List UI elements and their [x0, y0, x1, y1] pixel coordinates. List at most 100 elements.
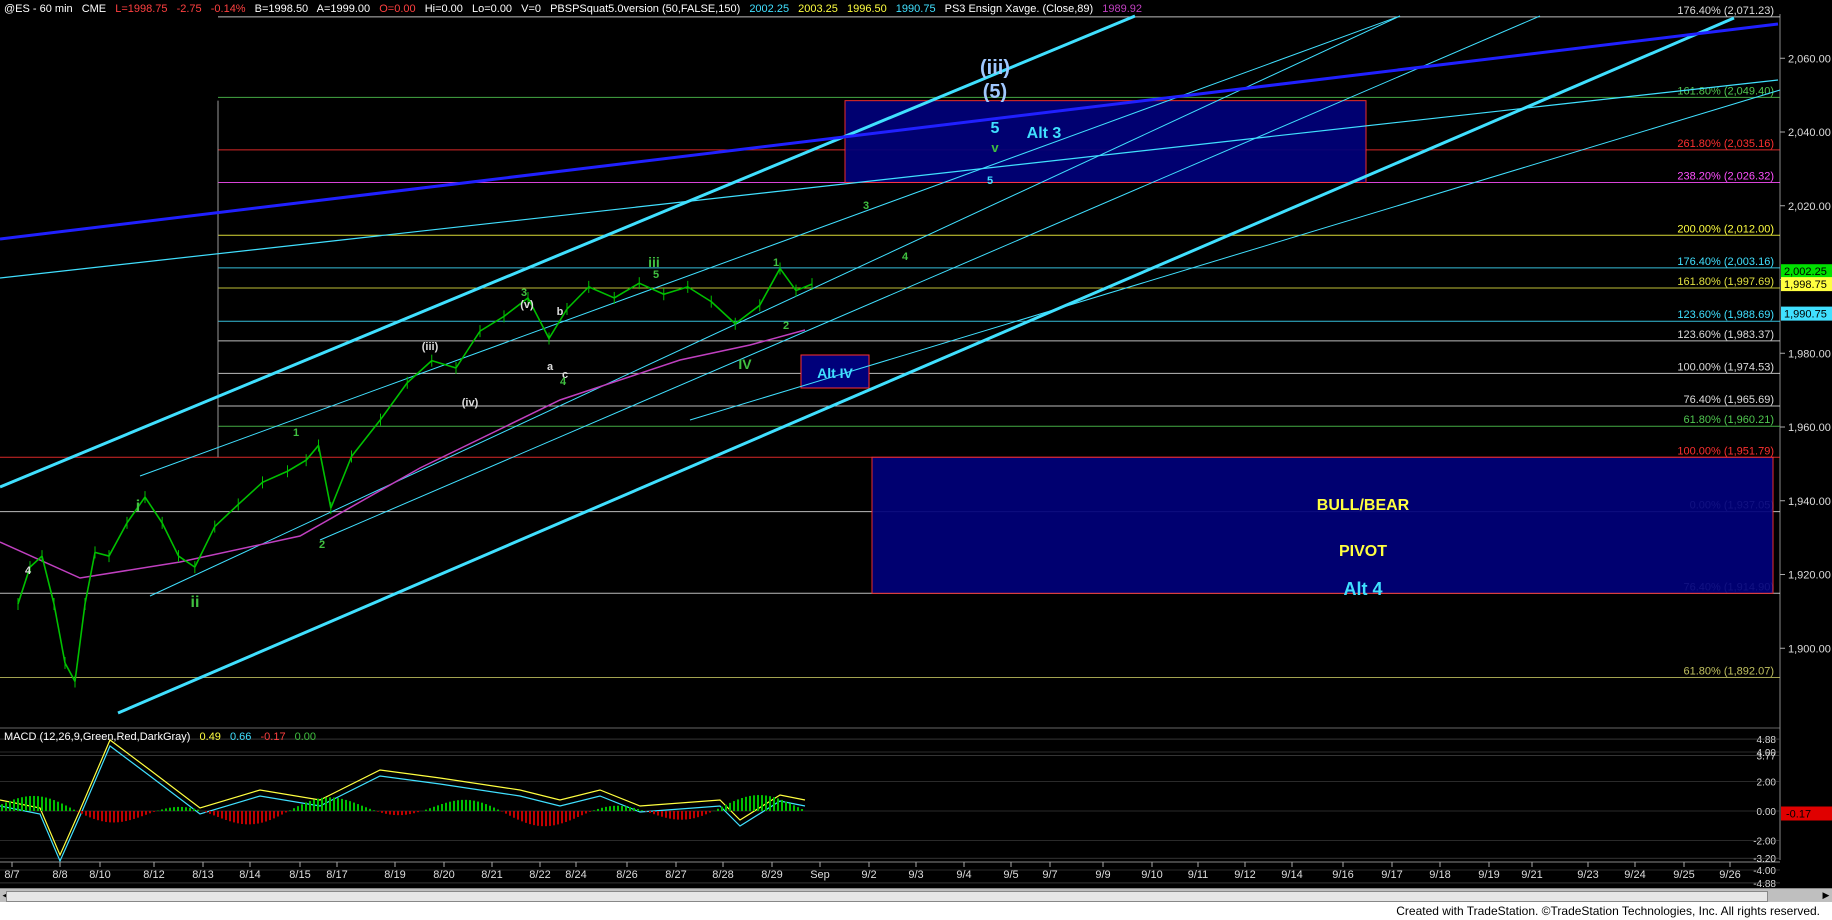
macd-value-3: -0.17 — [260, 731, 286, 743]
open-price: O=0.00 — [379, 3, 416, 15]
macd-axis-label: -2.00 — [1753, 837, 1776, 848]
macd-value-1: 0.49 — [199, 731, 221, 743]
fib-level-label: 161.80% (2,049.40) — [1677, 85, 1774, 97]
wave-label: iii — [648, 254, 660, 270]
fib-level-label: 100.00% (1,974.53) — [1677, 361, 1774, 373]
wave-label: 4 — [902, 251, 909, 263]
y-tick-label: 1,940.00 — [1788, 496, 1831, 508]
x-tick-label: 8/13 — [192, 869, 213, 881]
macd-axis-label: 2.00 — [1757, 778, 1777, 789]
wave-label: v — [991, 140, 999, 155]
fib-level-label: 176.40% (2,071.23) — [1677, 5, 1774, 17]
x-tick-label: 9/12 — [1234, 869, 1255, 881]
wave-label: (v) — [520, 299, 534, 311]
x-tick-label: 9/4 — [956, 869, 971, 881]
price-tag-label: 1,998.75 — [1784, 279, 1827, 291]
bid-price: B=1998.50 — [254, 3, 309, 15]
x-tick-label: 8/19 — [384, 869, 405, 881]
x-tick-label: 8/10 — [89, 869, 110, 881]
x-tick-label: 8/22 — [529, 869, 550, 881]
fib-level-label: 238.20% (2,026.32) — [1677, 170, 1774, 182]
fib-level-label: 261.80% (2,035.16) — [1677, 138, 1774, 150]
volume: V=0 — [521, 3, 542, 15]
alt4-label: Alt 4 — [1343, 579, 1382, 599]
price-tag-label: 2,002.25 — [1784, 266, 1827, 278]
pct-change: -0.14% — [210, 3, 246, 15]
fib-level-label: 100.00% (1,951.79) — [1677, 445, 1774, 457]
x-tick-label: 8/24 — [565, 869, 586, 881]
study1-value-1: 2002.25 — [749, 3, 790, 15]
x-tick-label: 9/14 — [1281, 869, 1302, 881]
x-tick-label: 9/11 — [1188, 869, 1209, 881]
y-tick-label: 1,960.00 — [1788, 422, 1831, 434]
x-tick-label: 8/8 — [52, 869, 67, 881]
credit-text: Created with TradeStation. ©TradeStation… — [1392, 904, 1824, 918]
scroll-thumb[interactable] — [6, 891, 1768, 902]
x-tick-label: 8/12 — [143, 869, 164, 881]
net-change: -2.75 — [176, 3, 202, 15]
study1-label: PBSPSquat5.0version (50,FALSE,150) — [550, 3, 741, 15]
fib-level-label: 61.80% (1,960.21) — [1683, 414, 1774, 426]
study1-value-4: 1990.75 — [895, 3, 936, 15]
x-tick-label: 9/19 — [1478, 869, 1499, 881]
wave-label: a — [547, 361, 554, 373]
ask-price: A=1999.00 — [316, 3, 371, 15]
fib-level-label: 123.60% (1,983.37) — [1677, 329, 1774, 341]
x-tick-label: 8/20 — [433, 869, 454, 881]
alt3-zone — [844, 100, 1367, 183]
x-tick-label: 9/17 — [1381, 869, 1402, 881]
price-tag-label: 1,990.75 — [1784, 309, 1827, 321]
x-tick-label: 9/9 — [1095, 869, 1110, 881]
pivot-zone — [871, 456, 1774, 594]
y-tick-label: 1,980.00 — [1788, 348, 1831, 360]
chart-header: @ES - 60 min CME L=1998.75 -2.75 -0.14% … — [4, 3, 1148, 15]
wave-label: (iii) — [980, 57, 1010, 79]
symbol-label: @ES - 60 min — [4, 3, 73, 15]
wave-label: 2 — [319, 539, 325, 551]
price-chart[interactable]: 2,060.002,040.002,020.002,000.001,980.00… — [0, 0, 1832, 888]
wave-label: 5 — [653, 269, 659, 281]
macd-axis-label: 0.00 — [1757, 807, 1777, 818]
pivot-label: PIVOT — [1339, 543, 1387, 560]
y-tick-label: 2,040.00 — [1788, 127, 1831, 139]
high-price: Hi=0.00 — [424, 3, 463, 15]
alt-iv-label: Alt IV — [817, 365, 853, 381]
horizontal-scrollbar[interactable]: ◀ ▶ — [0, 888, 1832, 903]
macd-axis-label: -3.20 — [1753, 854, 1776, 865]
y-tick-label: 1,920.00 — [1788, 570, 1831, 582]
y-tick-label: 2,020.00 — [1788, 201, 1831, 213]
macd-axis-label: 4.88 — [1757, 735, 1777, 746]
x-tick-label: 9/18 — [1429, 869, 1450, 881]
x-tick-label: 9/25 — [1673, 869, 1694, 881]
wave-label: (5) — [983, 81, 1007, 103]
x-tick-label: 9/7 — [1042, 869, 1057, 881]
x-tick-label: 9/5 — [1003, 869, 1018, 881]
wave-label: 4 — [25, 565, 32, 577]
wave-label: ii — [191, 594, 200, 611]
wave-label: 2 — [783, 320, 789, 332]
x-tick-label: 8/7 — [4, 869, 19, 881]
x-tick-label: 9/16 — [1332, 869, 1353, 881]
wave-label: 1 — [293, 427, 299, 439]
x-tick-label: 9/23 — [1577, 869, 1598, 881]
x-tick-label: 8/14 — [239, 869, 260, 881]
x-tick-label: 9/2 — [861, 869, 876, 881]
x-tick-label: 8/26 — [616, 869, 637, 881]
macd-value-2: 0.66 — [230, 731, 252, 743]
x-tick-label: Sep — [810, 869, 830, 881]
exchange-label: CME — [81, 3, 107, 15]
x-tick-label: 8/28 — [712, 869, 733, 881]
x-tick-label: 9/26 — [1719, 869, 1740, 881]
macd-axis-label: -4.88 — [1753, 879, 1776, 888]
x-tick-label: 8/29 — [761, 869, 782, 881]
fib-level-label: 200.00% (2,012.00) — [1677, 223, 1774, 235]
macd-header: MACD (12,26,9,Green,Red,DarkGray) 0.49 0… — [4, 731, 322, 743]
fib-level-label: 176.40% (2,003.16) — [1677, 256, 1774, 268]
macd-value-4: 0.00 — [294, 731, 317, 743]
scroll-right-icon[interactable]: ▶ — [1820, 890, 1832, 901]
alt3-label: Alt 3 — [1027, 125, 1062, 142]
wave-label: 5 — [987, 175, 993, 187]
fib-level-label: 161.80% (1,997.69) — [1677, 276, 1774, 288]
low-price: Lo=0.00 — [471, 3, 513, 15]
wave-label: b — [557, 306, 564, 318]
